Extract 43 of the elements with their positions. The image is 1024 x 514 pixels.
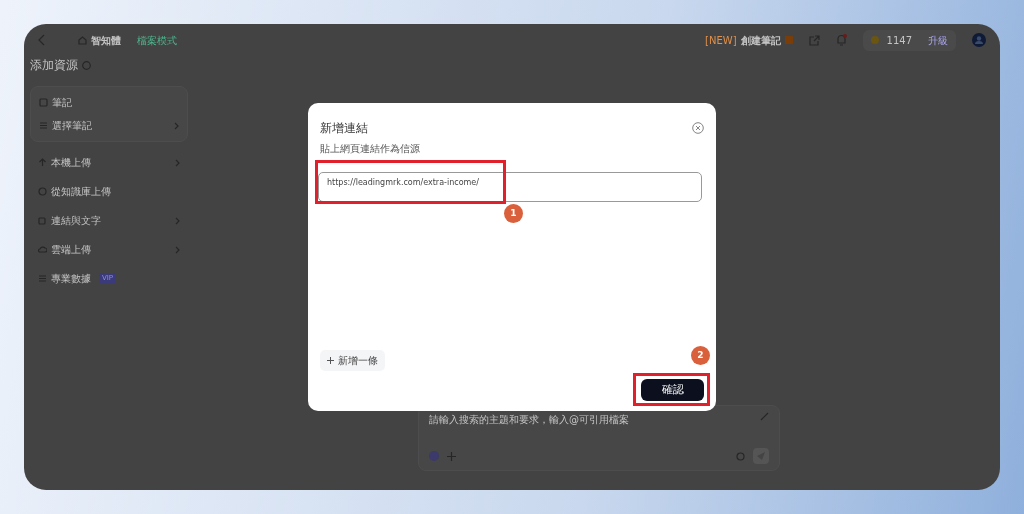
circle-icon xyxy=(38,187,47,196)
confirm-button[interactable]: 確認 xyxy=(641,379,704,401)
sidebar-item[interactable]: 雲端上傳 xyxy=(30,237,188,262)
upload-icon xyxy=(38,158,47,167)
upgrade-link[interactable]: 升級 xyxy=(928,32,948,48)
url-input[interactable]: https://leadingmrk.com/extra-income/ xyxy=(318,172,702,202)
step-number-badge: 2 xyxy=(691,346,710,365)
field-label: 貼上網頁連結作為信源 xyxy=(320,142,420,156)
dialog-title: 新增連結 xyxy=(320,120,368,137)
note-title: 筆記 xyxy=(52,96,72,110)
add-row-button[interactable]: 新增一條 xyxy=(320,350,385,371)
home-icon xyxy=(78,35,87,45)
credit-count: 1147 xyxy=(886,33,912,48)
step-number-badge: 1 xyxy=(504,204,523,223)
square-icon xyxy=(38,216,47,225)
message-composer[interactable]: 請輸入搜索的主題和要求，輸入@可引用檔案 xyxy=(418,405,780,471)
sidebar-item[interactable]: 從知識庫上傳 xyxy=(30,179,188,204)
composer-placeholder: 請輸入搜索的主題和要求，輸入@可引用檔案 xyxy=(429,413,629,427)
promo-tag: [NEW] xyxy=(705,32,737,48)
sidebar-item[interactable]: 連結與文字 xyxy=(30,208,188,233)
mode-label: 檔案模式 xyxy=(137,33,177,48)
coin-icon xyxy=(870,36,879,44)
expand-icon[interactable] xyxy=(760,412,769,421)
close-icon[interactable] xyxy=(692,122,704,134)
back-icon[interactable] xyxy=(38,34,46,46)
chevron-icon xyxy=(174,121,179,130)
list-icon xyxy=(38,274,47,283)
plus-icon[interactable] xyxy=(447,451,456,461)
attach-icon[interactable] xyxy=(736,451,745,461)
cloud-icon xyxy=(38,245,47,254)
sidebar-item[interactable]: 本機上傳 xyxy=(30,150,188,175)
avatar-icon[interactable] xyxy=(972,33,986,47)
plus-icon xyxy=(327,357,334,364)
globe-icon[interactable] xyxy=(429,451,439,461)
sidebar-title: 添加資源 xyxy=(30,57,78,74)
note-icon xyxy=(39,98,48,107)
bell-icon[interactable] xyxy=(835,34,847,46)
share-icon[interactable] xyxy=(808,34,820,46)
info-icon xyxy=(82,60,91,70)
select-note-item[interactable]: 選擇筆記 xyxy=(39,118,179,133)
list-icon xyxy=(39,121,48,130)
promo-title[interactable]: 創建筆記 xyxy=(740,32,781,48)
breadcrumb-link[interactable]: 智知體 xyxy=(91,32,121,48)
